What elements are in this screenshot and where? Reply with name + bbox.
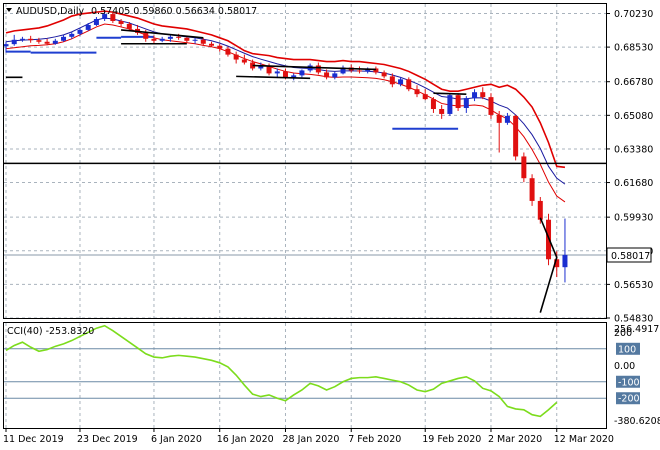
candle-body	[282, 71, 288, 78]
candle-body	[406, 79, 412, 90]
x-tick-label: 23 Dec 2019	[77, 434, 138, 445]
candle-body	[356, 70, 362, 72]
candle-body	[488, 97, 494, 115]
cci-tick-label: -200	[618, 394, 640, 405]
candle-body	[521, 156, 527, 179]
candle-body	[69, 33, 75, 37]
candle-body	[233, 54, 239, 60]
x-tick-label: 12 Mar 2020	[554, 434, 614, 445]
candle-body	[3, 44, 9, 47]
x-tick-label: 7 Feb 2020	[348, 434, 401, 445]
candle-body	[19, 38, 25, 40]
candle-body	[324, 72, 330, 78]
x-tick-label: 11 Dec 2019	[3, 434, 64, 445]
candle-body	[217, 45, 223, 49]
candle-body	[176, 36, 182, 38]
candle-body	[513, 115, 519, 157]
candle-body	[44, 41, 50, 44]
price-tick-label: 0.61680	[614, 178, 653, 189]
price-tick-label: 0.59930	[614, 213, 653, 224]
candle-body	[480, 92, 486, 98]
candle-body	[274, 71, 280, 74]
price-title: AUDUSD,Daily 0.57405 0.59860 0.56634 0.5…	[6, 6, 257, 17]
x-tick-label: 6 Jan 2020	[151, 434, 202, 445]
candle-body	[151, 38, 157, 41]
trend-segment	[433, 92, 467, 95]
candle-body	[315, 65, 321, 73]
candle-body	[529, 178, 535, 201]
candle-body	[167, 36, 173, 39]
candle-body	[77, 29, 83, 34]
price-tick-label: 0.66780	[614, 77, 653, 88]
ohlc-values-label: 0.57405 0.59860 0.56634 0.58017	[91, 6, 257, 17]
chart-svg: 0.70230 0.68530 0.66780 0.65080 0.63380 0.616…	[0, 0, 660, 450]
x-tick-label: 2 Mar 2020	[488, 434, 542, 445]
candle-body	[562, 254, 568, 268]
last-price-tag: 0.58017	[606, 247, 652, 263]
candle-body	[241, 59, 247, 63]
candle-body	[439, 108, 445, 114]
candle-body	[126, 23, 132, 29]
candle-body	[85, 24, 91, 30]
candle-body	[430, 99, 436, 109]
cci-title: CCI(40) -253.8320	[7, 326, 94, 337]
candle-body	[61, 36, 67, 41]
price-tick-label: 0.54830	[614, 314, 653, 325]
candle-body	[389, 76, 395, 85]
price-tick-label: 0.56530	[614, 280, 653, 291]
candle-body	[36, 40, 42, 42]
candle-body	[118, 21, 124, 24]
candle-body	[422, 94, 428, 100]
candle-body	[472, 92, 478, 99]
price-tick-label: 0.63380	[614, 144, 653, 155]
candle-body	[455, 95, 461, 109]
candle-body	[332, 73, 338, 78]
candle-body	[225, 48, 231, 55]
x-tick-label: 28 Jan 2020	[282, 434, 339, 445]
candle-body	[184, 37, 190, 41]
candle-body	[537, 200, 543, 220]
candle-body	[447, 95, 453, 114]
candle-body	[143, 32, 149, 39]
candle-body	[93, 19, 99, 25]
candle-body	[209, 43, 214, 46]
price-tick-label: 0.68530	[614, 43, 653, 54]
candle-body	[463, 98, 469, 109]
last-price-tag-text: 0.58017	[611, 251, 650, 262]
cci-tick-label: 100	[618, 344, 636, 355]
candle-body	[200, 39, 206, 44]
candle-body	[299, 70, 305, 76]
price-symbol-label: AUDUSD,Daily	[16, 6, 85, 17]
cci-tick-label: -100	[618, 377, 640, 388]
candle-body	[28, 38, 34, 41]
candle-body	[504, 115, 510, 123]
price-tick-label: 0.70230	[614, 9, 653, 20]
candle-body	[11, 39, 17, 45]
candle-body	[52, 40, 58, 44]
candle-body	[496, 114, 502, 123]
candle-body	[381, 72, 387, 77]
candle-body	[192, 39, 198, 41]
x-tick-label: 16 Jan 2020	[217, 434, 274, 445]
price-tick-label: 0.65080	[614, 111, 653, 122]
candle-body	[414, 89, 420, 95]
cci-tick-label: 200	[614, 328, 632, 339]
cci-tick-label: 0.00	[614, 361, 635, 372]
x-tick-label: 19 Feb 2020	[422, 434, 481, 445]
cci-tick-label: -380.6208	[614, 416, 660, 427]
candle-body	[398, 79, 404, 85]
candle-body	[159, 38, 165, 41]
